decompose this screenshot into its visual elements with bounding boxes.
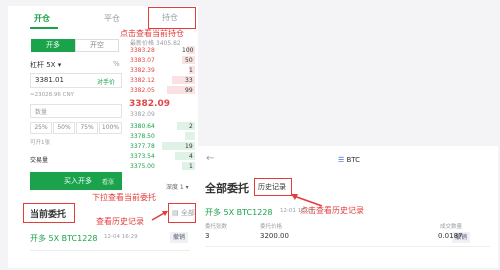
ask-price[interactable]: 3383.07 <box>130 57 155 64</box>
ask-qty: 99 <box>185 87 193 94</box>
percent-unit: % <box>113 60 120 68</box>
detail-label: 委托张数 <box>205 224 228 230</box>
bid-qty: 1 <box>189 163 193 170</box>
quantity-input[interactable]: 数量 <box>30 104 122 118</box>
bid-price[interactable]: 3375.00 <box>130 163 155 170</box>
leverage-select[interactable]: 杠杆 5X ▾ <box>30 60 61 70</box>
pair-selector[interactable]: ☰ BTC <box>338 156 360 164</box>
cancel-order-button[interactable]: 撤销 <box>170 232 188 243</box>
mid-price: 3382.09 <box>129 99 170 109</box>
ask-price[interactable]: 3382.12 <box>130 77 155 84</box>
order-time: 12-04 16:29 <box>104 234 138 240</box>
back-arrow-icon[interactable]: ← <box>206 153 214 164</box>
cny-equivalent: ≈23028.96 CNY <box>30 92 74 98</box>
pair-label: BTC <box>346 156 361 164</box>
bid-price[interactable]: 3373.54 <box>130 153 155 160</box>
detail-value: 3200.00 <box>260 232 289 240</box>
percent-75-button[interactable]: 75% <box>76 122 98 134</box>
bid-qty: 4 <box>189 153 193 160</box>
page-title: 全部委托 <box>205 182 249 195</box>
ask-price[interactable]: 3383.28 <box>130 47 155 54</box>
tab-open-underline <box>30 27 58 29</box>
history-button[interactable]: 历史记录 <box>258 182 286 192</box>
all-orders-label: 全部 <box>180 209 195 217</box>
annotation-arrow <box>151 211 168 221</box>
mid-price-sub: 3382.09 <box>130 111 155 118</box>
ask-qty: 33 <box>185 77 193 84</box>
detail-value: 0.0187 <box>438 232 463 240</box>
bid-price[interactable]: 3378.50 <box>130 133 155 140</box>
ask-price[interactable]: 3382.05 <box>130 87 155 94</box>
tab-close[interactable]: 平仓 <box>104 13 120 24</box>
ask-qty: 100 <box>182 47 194 54</box>
detail-value: 3 <box>205 232 210 240</box>
bid-price[interactable]: 3380.64 <box>130 123 155 130</box>
quantity-placeholder: 数量 <box>35 109 48 116</box>
order-side: 开多 5X BTC1228 <box>205 208 273 217</box>
tab-open[interactable]: 开仓 <box>34 13 50 24</box>
ask-qty: 1 <box>189 67 193 74</box>
price-input[interactable]: 3381.01 对手价 <box>30 73 122 88</box>
filter-icon: ☰ <box>338 156 345 164</box>
bid-qty: 19 <box>185 143 193 150</box>
current-orders-label: 当前委托 <box>30 210 67 220</box>
order-title: 开多 5X BTC1228 <box>30 233 98 244</box>
leverage-label: 杠杆 5X <box>30 61 56 69</box>
detail-divider <box>205 246 490 247</box>
order-title: 开多 5X BTC1228 <box>205 207 273 218</box>
annotation-history-left: 查看历史记录 <box>96 217 144 226</box>
counterparty-price-button[interactable]: 对手价 <box>97 77 115 86</box>
percent-100-button[interactable]: 100% <box>99 122 122 134</box>
buy-button-sub: 看涨 <box>102 179 115 186</box>
order-detail-line <box>30 250 190 251</box>
percent-row: 25% 50% 75% 100% <box>30 122 122 134</box>
tab-hold[interactable]: 持仓 <box>162 12 178 23</box>
order-book: 3383.28 100 3383.07 50 3382.39 1 3382.12… <box>127 44 195 184</box>
buy-open-long-button[interactable]: 买入开多 看涨 <box>30 172 122 190</box>
buy-button-label: 买入开多 <box>64 177 92 185</box>
bid-depth-bar <box>185 132 195 140</box>
bid-price[interactable]: 3377.78 <box>130 143 155 150</box>
ask-price[interactable]: 3382.39 <box>130 67 155 74</box>
detail-label: 委托价格 <box>260 224 283 230</box>
buy-toggle[interactable]: 开多 <box>31 39 75 52</box>
document-icon: ▤ <box>172 209 179 217</box>
available-qty: 可开1张 <box>30 140 50 146</box>
depth-select[interactable]: 深度 1 ▾ <box>166 182 189 191</box>
volume-label: 交易量 <box>30 157 49 164</box>
order-side: 开多 5X BTC1228 <box>30 234 98 243</box>
bid-qty: 2 <box>189 123 193 130</box>
chevron-down-icon: ▾ <box>57 61 62 69</box>
order-time: 12-01 16:29 <box>280 208 314 214</box>
percent-50-button[interactable]: 50% <box>53 122 75 134</box>
all-orders-button[interactable]: ▤ 全部 <box>172 208 195 218</box>
ask-qty: 50 <box>185 57 193 64</box>
detail-label: 成交数量 <box>440 224 463 230</box>
annotation-pull-down: 下拉查看当前委托 <box>92 193 156 202</box>
price-input-value: 3381.01 <box>35 76 64 84</box>
percent-25-button[interactable]: 25% <box>30 122 52 134</box>
sell-toggle[interactable]: 开空 <box>75 39 119 52</box>
